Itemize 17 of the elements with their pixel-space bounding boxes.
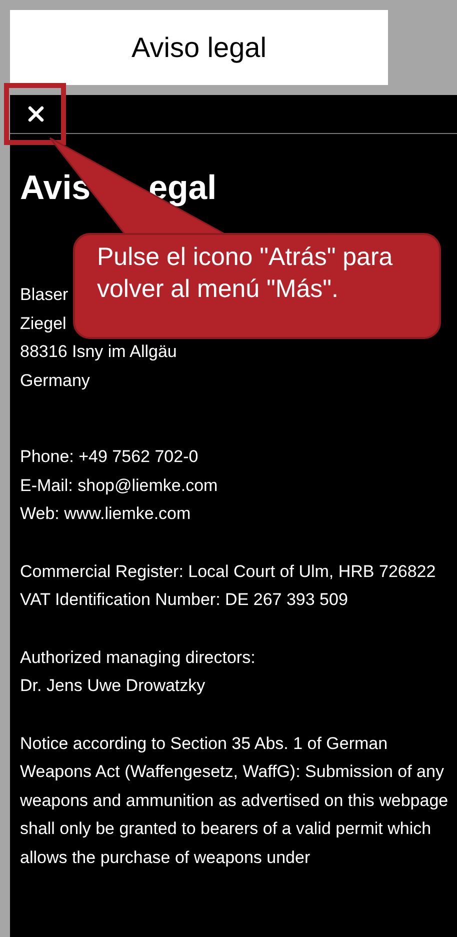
body-text: VAT Identification Number: DE 267 393 509 (20, 589, 348, 611)
body-text: 88316 Isny im Allgäu (20, 341, 177, 363)
body-text: Authorized managing directors: (20, 646, 256, 668)
body-text: Germany (20, 370, 90, 392)
body-text: Ziegel (20, 312, 66, 334)
body-text: Notice according to Section 35 Abs. 1 of German Weapons Act (Waffengesetz, WaffG): Submission of any weapons and ammunition as advertised on this webpage shall only be granted to bearers of a valid permit which allows the purchase of weapons under (20, 732, 450, 868)
page-title-fragment: Avis (20, 168, 91, 209)
body-text: Dr. Jens Uwe Drowatzky (20, 675, 206, 697)
highlight-frame (4, 83, 66, 145)
body-text: E-Mail: shop@liemke.com (20, 474, 218, 496)
callout-text: Pulse el icono "Atrás" para volver al menú "Más". (97, 242, 394, 305)
body-text: Commercial Register: Local Court of Ulm, HRB 726822 (20, 560, 436, 582)
body-text: Web: www.liemke.com (20, 503, 191, 525)
body-text: Blaser (20, 284, 68, 306)
page-title-fragment: egal (148, 168, 217, 209)
body-text: Phone: +49 7562 702-0 (20, 446, 198, 468)
header-title: Aviso legal (132, 30, 266, 65)
